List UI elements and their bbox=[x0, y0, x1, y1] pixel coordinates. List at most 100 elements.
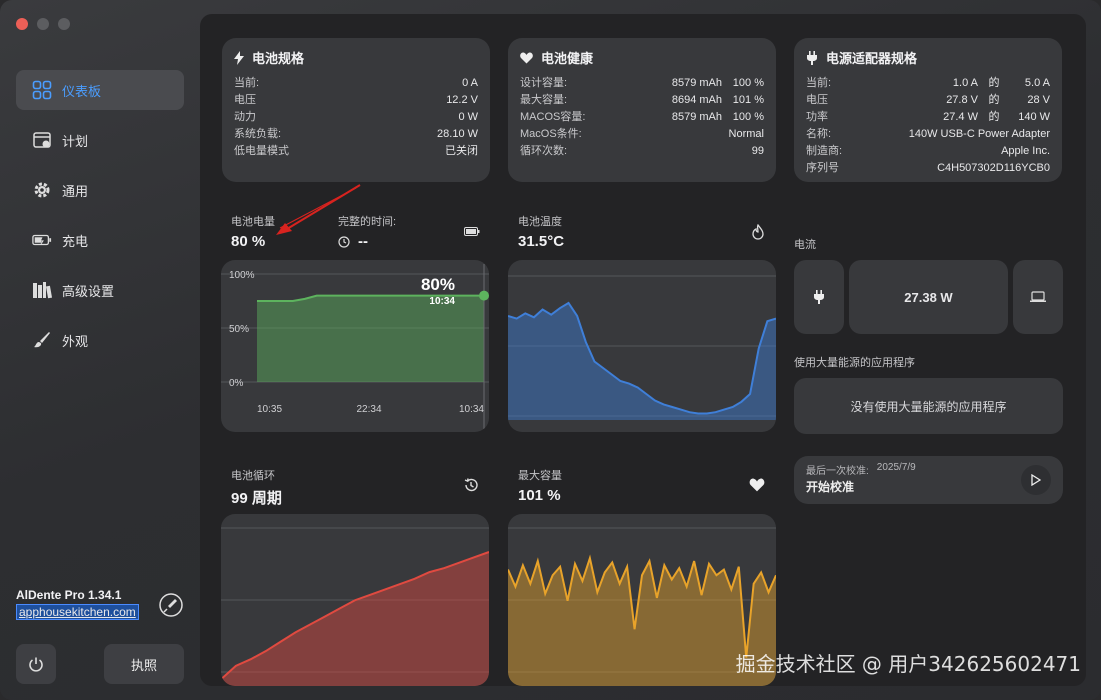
cycles-value: 99 周期 bbox=[231, 490, 282, 507]
series-area bbox=[508, 303, 776, 420]
charge-label: 电池电量 bbox=[231, 216, 275, 228]
charge-chart: 100% 50% 0% 10:35 22:34 10:34 80% 10:34 bbox=[221, 264, 489, 430]
laptop-icon bbox=[1030, 291, 1046, 302]
calibration-play-button[interactable] bbox=[1021, 465, 1051, 495]
heart-icon bbox=[749, 478, 765, 492]
adapter-spec-title: 电源适配器规格 bbox=[806, 48, 1050, 67]
series-area bbox=[221, 552, 489, 686]
spec-row: 名称: 140W USB-C Power Adapter bbox=[806, 128, 1050, 140]
temperature-value: 31.5°C bbox=[518, 233, 565, 250]
app-version: AlDente Pro 1.34.1 bbox=[16, 588, 122, 602]
brush-icon bbox=[32, 330, 52, 350]
spec-row: 循环次数: 99 bbox=[520, 145, 764, 157]
charge-chart-card: 100% 50% 0% 10:35 22:34 10:34 80% 10:34 bbox=[221, 260, 489, 432]
battery-health-card: 电池健康 设计容量: 8579 mAh 100 % 最大容量: 8694 mAh 101… bbox=[508, 38, 776, 182]
annotation-arrow bbox=[276, 184, 361, 235]
spec-row: 电压 12.2 V bbox=[234, 94, 478, 106]
x-tick-label: 10:34 bbox=[459, 404, 484, 415]
sidebar-nav: 仪表板 计划 通用 充电 高级设置 外观 bbox=[16, 70, 184, 370]
calibration-last: 最后一次校准: 2025/7/9 bbox=[806, 462, 916, 477]
dashboard-main: 电池规格 当前: 0 A 电压 12.2 V 动力 0 W 系统负载: 28.10 W … bbox=[200, 14, 1086, 686]
sidebar-item-charging[interactable]: 充电 bbox=[16, 220, 184, 260]
adapter-source-panel bbox=[794, 260, 844, 334]
y-tick-label: 50% bbox=[229, 324, 249, 335]
watermark: 掘金技术社区 @ 用户342625602471 bbox=[735, 652, 1081, 676]
y-tick-label: 100% bbox=[229, 270, 255, 281]
temperature-chart bbox=[508, 275, 776, 420]
overlay-time: 10:34 bbox=[429, 296, 455, 307]
battery-spec-title: 电池规格 bbox=[234, 48, 478, 67]
app-info: AlDente Pro 1.34.1 apphousekitchen.com bbox=[16, 588, 139, 621]
play-icon bbox=[1031, 474, 1041, 486]
adapter-spec-card: 电源适配器规格 当前: 1.0 A 的 5.0 A 电压 27.8 V 的 28 V 功率 2… bbox=[794, 38, 1062, 182]
battery-charging-icon bbox=[32, 230, 52, 250]
sidebar-item-advanced[interactable]: 高级设置 bbox=[16, 270, 184, 310]
power-flow-value: 27.38 W bbox=[849, 260, 1008, 334]
spec-row: 动力 0 W bbox=[234, 111, 478, 123]
history-icon bbox=[464, 478, 478, 492]
charge-value: 80 % bbox=[231, 233, 266, 250]
gear-icon bbox=[32, 180, 52, 200]
cycles-label: 电池循环 bbox=[231, 470, 275, 482]
spec-row: 功率 27.4 W 的 140 W bbox=[806, 111, 1050, 123]
license-button[interactable]: 执照 bbox=[104, 644, 184, 684]
spec-row: MacOS条件: Normal bbox=[520, 128, 764, 140]
calibration-card: 最后一次校准: 2025/7/9 开始校准 bbox=[794, 456, 1063, 504]
cycles-chart-card bbox=[221, 514, 489, 686]
x-tick-label: 22:34 bbox=[356, 404, 381, 415]
bolt-icon bbox=[234, 50, 244, 65]
spec-row: MACOS容量: 8579 mAh 100 % bbox=[520, 111, 764, 123]
calibration-start-label: 开始校准 bbox=[806, 480, 855, 494]
sidebar: 仪表板 计划 通用 充电 高级设置 外观 AlDente Pro 1.34.1 … bbox=[0, 0, 200, 700]
temperature-chart-card bbox=[508, 260, 776, 432]
power-button[interactable] bbox=[16, 644, 56, 684]
flame-icon bbox=[752, 224, 764, 240]
plug-icon bbox=[814, 290, 824, 304]
sidebar-item-label: 充电 bbox=[62, 233, 89, 249]
energy-apps-empty: 没有使用大量能源的应用程序 bbox=[794, 378, 1063, 434]
plug-icon bbox=[807, 50, 817, 65]
current-point bbox=[479, 290, 489, 301]
app-window: 仪表板 计划 通用 充电 高级设置 外观 AlDente Pro 1.34.1 … bbox=[0, 0, 1101, 700]
energy-apps-label: 使用大量能源的应用程序 bbox=[794, 357, 915, 369]
battery-spec-card: 电池规格 当前: 0 A 电压 12.2 V 动力 0 W 系统负载: 28.10 W … bbox=[222, 38, 490, 182]
sidebar-item-label: 通用 bbox=[62, 183, 89, 199]
spec-row: 当前: 1.0 A 的 5.0 A bbox=[806, 77, 1050, 89]
spec-row: 制造商: Apple Inc. bbox=[806, 145, 1050, 157]
rocket-icon[interactable] bbox=[158, 592, 184, 623]
sidebar-item-general[interactable]: 通用 bbox=[16, 170, 184, 210]
sidebar-item-appearance[interactable]: 外观 bbox=[16, 320, 184, 360]
calendar-icon bbox=[32, 130, 52, 150]
spec-row: 系统负载: 28.10 W bbox=[234, 128, 478, 140]
spec-row: 电压 27.8 V 的 28 V bbox=[806, 94, 1050, 106]
cycles-chart bbox=[221, 527, 489, 686]
battery-health-title: 电池健康 bbox=[520, 48, 764, 67]
y-tick-label: 0% bbox=[229, 378, 244, 389]
dashboard-icon bbox=[32, 80, 52, 100]
x-tick-label: 10:35 bbox=[257, 404, 282, 415]
sidebar-item-label: 计划 bbox=[62, 133, 89, 149]
laptop-target-panel bbox=[1013, 260, 1063, 334]
heart-icon bbox=[520, 51, 533, 63]
sidebar-item-label: 高级设置 bbox=[62, 283, 115, 299]
current-label: 电流 bbox=[794, 239, 816, 251]
website-link[interactable]: apphousekitchen.com bbox=[16, 604, 139, 620]
full-time-label: 完整的时间: bbox=[338, 216, 397, 228]
sidebar-item-schedule[interactable]: 计划 bbox=[16, 120, 184, 160]
spec-row: 最大容量: 8694 mAh 101 % bbox=[520, 94, 764, 106]
temperature-label: 电池温度 bbox=[518, 216, 562, 228]
sidebar-item-label: 外观 bbox=[62, 333, 89, 349]
spec-row: 设计容量: 8579 mAh 100 % bbox=[520, 77, 764, 89]
series-area bbox=[257, 295, 484, 382]
max-capacity-label: 最大容量 bbox=[518, 470, 562, 482]
overlay-value: 80% bbox=[421, 275, 455, 294]
clock-icon bbox=[338, 236, 350, 248]
spec-row: 当前: 0 A bbox=[234, 77, 478, 89]
battery-icon bbox=[464, 227, 480, 236]
books-icon bbox=[32, 280, 52, 300]
sidebar-item-label: 仪表板 bbox=[62, 83, 102, 99]
sidebar-item-dashboard[interactable]: 仪表板 bbox=[16, 70, 184, 110]
max-capacity-value: 101 % bbox=[518, 487, 561, 504]
full-time-value: -- bbox=[358, 233, 368, 250]
power-icon bbox=[29, 657, 43, 672]
